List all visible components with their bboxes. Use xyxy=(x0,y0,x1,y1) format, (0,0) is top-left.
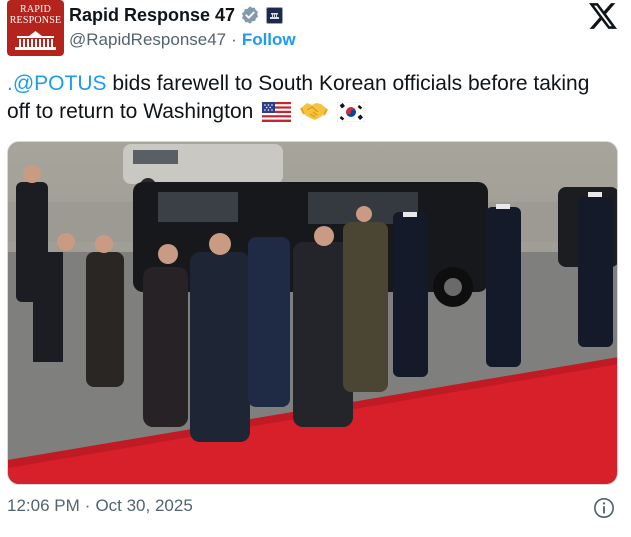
potus-mention-link[interactable]: .@POTUS xyxy=(7,72,107,95)
avatar-logo-line1: RAPID xyxy=(19,4,51,15)
tweet-time: 12:06 PM xyxy=(7,496,80,515)
tweet-text: .@POTUS bids farewell to South Korean of… xyxy=(7,70,617,126)
tweet-timestamp[interactable]: 12:06 PM · Oct 30, 2025 xyxy=(7,496,193,516)
name-row: Rapid Response 47 xyxy=(69,3,284,27)
user-handle[interactable]: @RapidResponse47 xyxy=(69,30,226,50)
flag-us-icon xyxy=(262,102,292,122)
tweet-header: RAPID RESPONSE Rapid Response 47 @RapidR… xyxy=(0,0,631,60)
handle-row: @RapidResponse47 · Follow xyxy=(69,29,296,51)
tweet-video[interactable] xyxy=(7,141,618,485)
verified-badge-icon xyxy=(242,6,259,24)
timestamp-separator: · xyxy=(84,496,91,515)
handle-separator: · xyxy=(231,30,237,49)
info-icon[interactable] xyxy=(593,497,615,519)
affiliation-badge-icon[interactable] xyxy=(266,6,284,24)
handshake-icon xyxy=(300,103,328,120)
display-name[interactable]: Rapid Response 47 xyxy=(69,5,235,26)
avatar-logo-line2: RESPONSE xyxy=(9,15,62,26)
farewell-scene-image xyxy=(8,142,617,484)
avatar[interactable]: RAPID RESPONSE xyxy=(7,0,64,56)
x-logo-icon[interactable] xyxy=(589,3,617,29)
flag-kr-icon xyxy=(336,102,365,122)
follow-button[interactable]: Follow xyxy=(242,30,296,50)
white-house-icon xyxy=(15,31,56,50)
tweet-date: Oct 30, 2025 xyxy=(95,496,193,515)
